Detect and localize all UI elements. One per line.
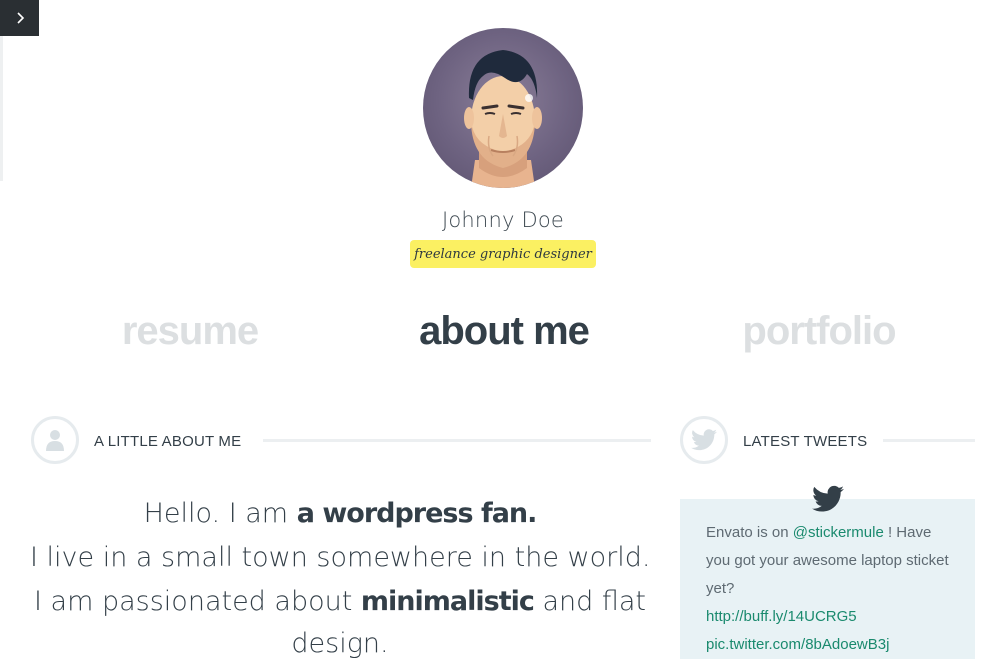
nav-tab-about-me[interactable]: about me <box>390 306 618 356</box>
about-section-title: A LITTLE ABOUT ME <box>94 433 242 450</box>
about-section-divider <box>263 439 651 442</box>
nav-tab-resume[interactable]: resume <box>90 306 290 356</box>
profile-name: Johnny Doe <box>441 208 564 232</box>
sidebar-toggle-button[interactable] <box>0 0 39 36</box>
about-line-4: design. <box>291 628 389 659</box>
tweet-text: Envato is on @stickermule ! Have you got… <box>706 524 949 653</box>
tweets-section-title: LATEST TWEETS <box>743 433 868 450</box>
chevron-right-icon <box>16 12 24 24</box>
tweets-section-divider <box>883 439 975 442</box>
about-section-icon <box>31 416 79 464</box>
profile-tagline: freelance graphic designer <box>410 240 596 268</box>
twitter-bird-icon <box>812 485 844 512</box>
nav-tab-portfolio[interactable]: portfolio <box>716 306 922 356</box>
avatar <box>423 28 583 188</box>
sidebar-edge <box>0 36 3 181</box>
avatar-illustration <box>464 50 542 188</box>
user-icon <box>46 430 64 451</box>
tweets-section-icon <box>680 416 728 464</box>
about-line-1: Hello. I am a wordpress fan. <box>143 498 538 529</box>
tweet-link-pic[interactable]: pic.twitter.com/8bAdoewB3j <box>706 636 889 653</box>
about-line-2: I live in a small town somewhere in the … <box>30 542 651 573</box>
tweet-link-url[interactable]: http://buff.ly/14UCRG5 <box>706 608 857 625</box>
twitter-icon <box>691 429 717 451</box>
about-line-3: I am passionated about minimalistic and … <box>34 586 646 617</box>
tweet-mention-link[interactable]: @stickermule <box>793 524 884 541</box>
